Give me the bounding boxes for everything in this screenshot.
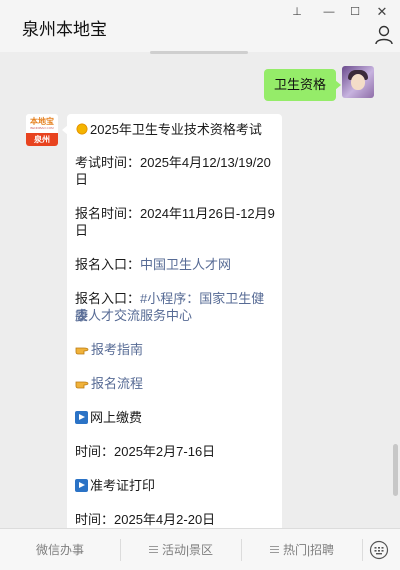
payment-title: 网上缴费 (90, 410, 143, 425)
menu-list-icon (269, 546, 279, 554)
person-icon[interactable] (374, 24, 394, 46)
process-line: 报名流程 (75, 375, 275, 392)
menu-item-activities[interactable]: 活动|景区 (121, 529, 241, 570)
entry2-prefix: 报名入口： (75, 291, 141, 306)
guide-line: 报考指南 (75, 341, 275, 358)
exam-time-line2: 日 (75, 172, 89, 187)
brand-city: 泉州 (34, 135, 50, 144)
menu-item-label: 热门|招聘 (282, 543, 335, 557)
chat-title: 泉州本地宝 (22, 20, 107, 39)
pin-icon[interactable]: ⊥ (286, 4, 308, 20)
bottom-menu-bar: 微信办事 活动|景区 热门|招聘 (0, 528, 400, 570)
menu-list-icon (148, 546, 158, 554)
payment-time: 时间：2025年2月7-16日 (75, 444, 216, 459)
entry2-link-line2[interactable]: 委人才交流服务中心 (75, 307, 275, 324)
brand-subtitle: BENDIBAO.COM (30, 126, 54, 130)
menu-item-hot-jobs[interactable]: 热门|招聘 (242, 529, 362, 570)
entry1-prefix: 报名入口： (75, 257, 141, 272)
pointing-hand-icon (75, 381, 89, 389)
process-link[interactable]: 报名流程 (91, 376, 143, 391)
admit-time: 时间：2025年4月2-20日 (75, 512, 216, 527)
play-button-icon (75, 479, 88, 492)
reg-time-line2: 日 (75, 223, 89, 238)
close-icon[interactable]: ✕ (371, 4, 393, 20)
message-title-line: 2025年卫生专业技术资格考试 (75, 121, 275, 138)
admit-title: 准考证打印 (90, 478, 156, 493)
keyboard-icon[interactable] (369, 540, 389, 560)
entry1-link[interactable]: 中国卫生人才网 (140, 257, 231, 272)
pointing-hand-icon (75, 347, 89, 355)
sun-emoji-icon (75, 122, 89, 136)
menu-item-label: 活动|景区 (161, 543, 214, 557)
title-bar: 泉州本地宝 ⊥ — ☐ ✕ (0, 0, 400, 52)
menu-item-wechat-services[interactable]: 微信办事 (0, 529, 120, 570)
exam-time-line1: 考试时间：2025年4月12/13/19/20 (75, 155, 271, 170)
payment-title-line: 网上缴费 (75, 409, 275, 426)
play-button-icon (75, 411, 88, 424)
incoming-message-card: 2025年卫生专业技术资格考试 考试时间：2025年4月12/13/19/20 … (62, 114, 282, 528)
message-title: 2025年卫生专业技术资格考试 (90, 122, 262, 137)
minimize-icon[interactable]: — (318, 4, 340, 20)
outgoing-message-bubble[interactable]: 卫生资格 (263, 69, 342, 101)
guide-link[interactable]: 报考指南 (91, 342, 143, 357)
entry1-line: 报名入口：中国卫生人才网 (75, 256, 275, 273)
menu-divider (362, 539, 363, 561)
reg-time-line1: 报名时间：2024年11月26日-12月9 (75, 206, 275, 221)
brand-avatar[interactable]: 本地宝 BENDIBAO.COM 泉州 (26, 114, 58, 146)
user-avatar[interactable] (342, 66, 374, 98)
chat-area: 卫生资格 本地宝 BENDIBAO.COM 泉州 2025年卫生专业技术资格考试… (0, 54, 400, 528)
admit-title-line: 准考证打印 (75, 477, 275, 494)
chat-scrollbar[interactable] (393, 444, 398, 496)
menu-item-label: 微信办事 (35, 543, 84, 557)
maximize-icon[interactable]: ☐ (344, 4, 366, 20)
